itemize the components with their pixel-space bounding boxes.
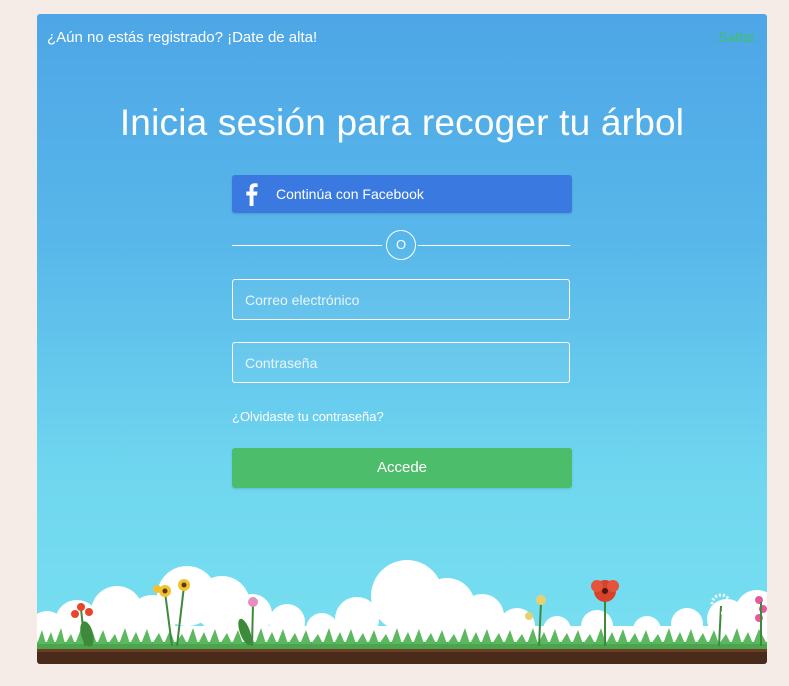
login-submit-button[interactable]: Accede xyxy=(232,448,572,488)
divider-line-right xyxy=(418,245,570,246)
divider-line-left xyxy=(232,245,382,246)
login-card: ¿Aún no estás registrado? ¡Date de alta!… xyxy=(37,14,767,664)
page-title: Inicia sesión para recoger tu árbol xyxy=(119,102,685,143)
skip-link[interactable]: Saltar xyxy=(718,29,755,45)
facebook-login-button[interactable]: Continúa con Facebook xyxy=(232,175,572,213)
forgot-password-link[interactable]: ¿Olvidaste tu contraseña? xyxy=(232,409,384,424)
facebook-login-label: Continúa con Facebook xyxy=(276,186,424,202)
password-field[interactable] xyxy=(232,342,570,383)
landscape-illustration xyxy=(37,560,767,664)
divider-or: O xyxy=(386,230,416,260)
signup-link[interactable]: ¿Aún no estás registrado? ¡Date de alta! xyxy=(47,29,317,46)
email-field[interactable] xyxy=(232,279,570,320)
soil-top xyxy=(37,649,767,652)
facebook-icon xyxy=(238,180,266,208)
